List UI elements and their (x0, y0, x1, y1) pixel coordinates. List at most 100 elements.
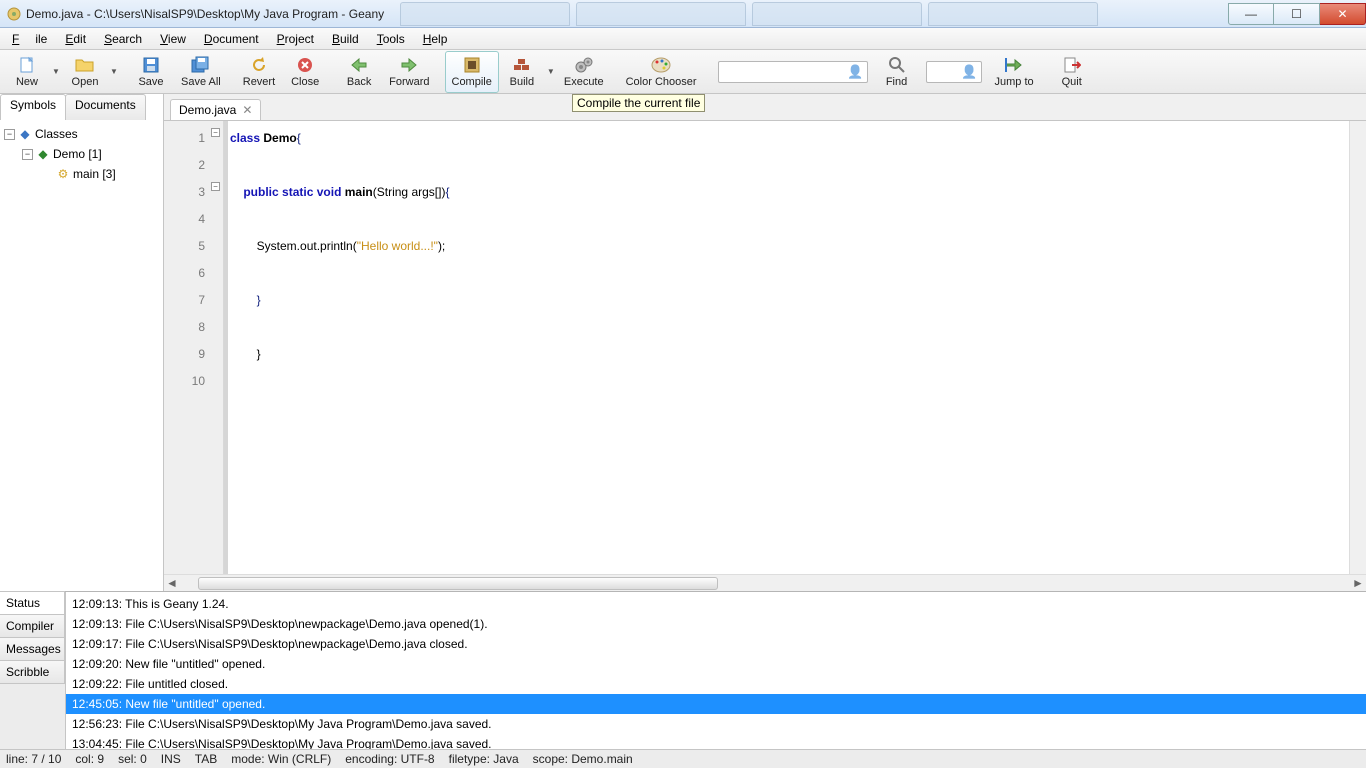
status-message-row[interactable]: 12:45:05: New file "untitled" opened. (66, 694, 1366, 714)
jump-to-icon (1003, 55, 1025, 75)
arrow-left-icon (348, 55, 370, 75)
quit-button[interactable]: Quit (1049, 51, 1095, 93)
save-all-icon (190, 55, 212, 75)
status-message-row[interactable]: 12:09:13: File C:\Users\NisalSP9\Desktop… (66, 614, 1366, 634)
open-button[interactable]: Open (62, 51, 108, 93)
status-ftype: filetype: Java (449, 752, 519, 766)
fold-toggle-icon[interactable]: − (211, 182, 220, 191)
window-title: Demo.java - C:\Users\NisalSP9\Desktop\My… (26, 7, 384, 21)
menu-build[interactable]: Build (324, 30, 367, 48)
collapse-icon[interactable]: − (4, 129, 15, 140)
forward-button[interactable]: Forward (382, 51, 436, 93)
background-window-tabs (400, 2, 1098, 26)
window-titlebar: Demo.java - C:\Users\NisalSP9\Desktop\My… (0, 0, 1366, 28)
status-bar: line: 7 / 10 col: 9 sel: 0 INS TAB mode:… (0, 749, 1366, 768)
collapse-icon[interactable]: − (22, 149, 33, 160)
status-mode: mode: Win (CRLF) (231, 752, 331, 766)
jump-to-button[interactable]: Jump to (988, 51, 1041, 93)
toolbar-search-input[interactable]: 👤 (718, 61, 868, 83)
compile-tooltip: Compile the current file (572, 94, 705, 112)
compile-button[interactable]: Compile (445, 51, 499, 93)
status-sel: sel: 0 (118, 752, 147, 766)
compile-icon (461, 55, 483, 75)
build-dropdown[interactable]: ▼ (545, 51, 557, 93)
symbols-tree: − ◆ Classes − ◆ Demo [1] ⚙ main [3] (0, 120, 163, 591)
new-button[interactable]: New (4, 51, 50, 93)
vertical-scrollbar[interactable] (1349, 121, 1366, 574)
class-icon: ◆ (36, 147, 50, 161)
menu-tools[interactable]: Tools (369, 30, 413, 48)
status-col: col: 9 (75, 752, 104, 766)
revert-icon (248, 55, 270, 75)
status-scope: scope: Demo.main (533, 752, 633, 766)
open-dropdown[interactable]: ▼ (108, 51, 120, 93)
revert-button[interactable]: Revert (236, 51, 282, 93)
color-chooser-button[interactable]: Color Chooser (619, 51, 704, 93)
status-message-row[interactable]: 12:56:23: File C:\Users\NisalSP9\Desktop… (66, 714, 1366, 734)
palette-icon (650, 55, 672, 75)
status-message-row[interactable]: 12:09:17: File C:\Users\NisalSP9\Desktop… (66, 634, 1366, 654)
status-message-row[interactable]: 12:09:13: This is Geany 1.24. (66, 594, 1366, 614)
messages-panel: Status Compiler Messages Scribble 12:09:… (0, 591, 1366, 749)
minimize-button[interactable]: — (1228, 3, 1274, 25)
tab-close-icon[interactable]: ✕ (242, 103, 252, 117)
folder-open-icon (74, 55, 96, 75)
menu-edit[interactable]: Edit (57, 30, 94, 48)
editor-area: Demo.java ✕ 123 456 789 10 − − class Dem… (164, 94, 1366, 591)
status-message-row[interactable]: 12:09:20: New file "untitled" opened. (66, 654, 1366, 674)
status-message-list[interactable]: 12:09:13: This is Geany 1.24.12:09:13: F… (66, 592, 1366, 749)
menu-bar: File Edit Search View Document Project B… (0, 28, 1366, 50)
menu-project[interactable]: Project (269, 30, 322, 48)
menu-document[interactable]: Document (196, 30, 267, 48)
close-window-button[interactable]: ✕ (1320, 3, 1366, 25)
maximize-button[interactable]: ☐ (1274, 3, 1320, 25)
close-file-icon (294, 55, 316, 75)
execute-button[interactable]: Execute (557, 51, 611, 93)
msg-tab-compiler[interactable]: Compiler (0, 614, 65, 638)
status-message-row[interactable]: 12:09:22: File untitled closed. (66, 674, 1366, 694)
tree-node-demo[interactable]: − ◆ Demo [1] (2, 144, 161, 164)
file-new-icon (16, 55, 38, 75)
menu-view[interactable]: View (152, 30, 194, 48)
status-enc: encoding: UTF-8 (345, 752, 434, 766)
new-dropdown[interactable]: ▼ (50, 51, 62, 93)
find-button[interactable]: Find (874, 51, 920, 93)
horizontal-scrollbar[interactable]: ◄► (164, 574, 1366, 591)
msg-tab-messages[interactable]: Messages (0, 637, 65, 661)
toolbar-jump-input[interactable]: 👤 (926, 61, 982, 83)
class-group-icon: ◆ (18, 127, 32, 141)
back-button[interactable]: Back (336, 51, 382, 93)
geany-app-icon (6, 6, 22, 22)
menu-file[interactable]: File (4, 30, 55, 48)
sidebar-tab-documents[interactable]: Documents (65, 94, 146, 120)
status-message-row[interactable]: 13:04:45: File C:\Users\NisalSP9\Desktop… (66, 734, 1366, 749)
close-file-button[interactable]: Close (282, 51, 328, 93)
person-search-icon: 👤 (847, 64, 863, 80)
menu-search[interactable]: Search (96, 30, 150, 48)
save-icon (140, 55, 162, 75)
build-button[interactable]: Build (499, 51, 545, 93)
arrow-right-icon (398, 55, 420, 75)
status-tab: TAB (195, 752, 217, 766)
status-line: line: 7 / 10 (6, 752, 61, 766)
main-toolbar: New ▼ Open ▼ Save Save All Revert Close … (0, 50, 1366, 94)
magnifier-icon (886, 55, 908, 75)
method-icon: ⚙ (56, 167, 70, 181)
gears-icon (573, 55, 595, 75)
tree-node-main[interactable]: ⚙ main [3] (2, 164, 161, 184)
sidebar: Symbols Documents − ◆ Classes − ◆ Demo [… (0, 94, 164, 591)
status-ins: INS (161, 752, 181, 766)
build-icon (511, 55, 533, 75)
editor-tab-demo[interactable]: Demo.java ✕ (170, 99, 261, 120)
sidebar-tab-symbols[interactable]: Symbols (0, 94, 66, 120)
code-editor[interactable]: class Demo{ public static void main(Stri… (228, 121, 1349, 574)
save-all-button[interactable]: Save All (174, 51, 228, 93)
tree-node-classes[interactable]: − ◆ Classes (2, 124, 161, 144)
menu-help[interactable]: Help (415, 30, 456, 48)
line-number-gutter: 123 456 789 10 − − (164, 121, 224, 574)
msg-tab-scribble[interactable]: Scribble (0, 660, 65, 684)
msg-tab-status[interactable]: Status (0, 591, 65, 615)
fold-toggle-icon[interactable]: − (211, 128, 220, 137)
save-button[interactable]: Save (128, 51, 174, 93)
person-jump-icon: 👤 (961, 64, 977, 80)
